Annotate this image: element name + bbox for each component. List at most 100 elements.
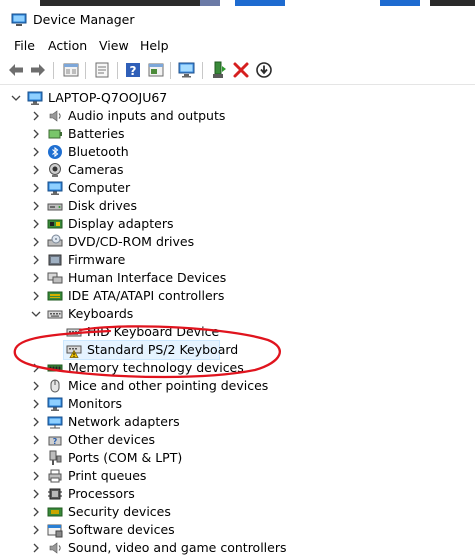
chevron-right-icon[interactable] <box>30 290 42 302</box>
toolbar-separator <box>170 62 171 79</box>
category-label: Firmware <box>68 252 126 267</box>
chevron-right-icon[interactable] <box>30 488 42 500</box>
chevron-right-icon[interactable] <box>30 218 42 230</box>
tree-category[interactable]: Audio inputs and outputs <box>0 107 475 125</box>
update-driver-icon[interactable] <box>209 60 229 80</box>
chevron-right-icon[interactable] <box>30 146 42 158</box>
tree-category[interactable]: Monitors <box>0 395 475 413</box>
category-label: Other devices <box>68 432 156 447</box>
chevron-right-icon[interactable] <box>30 542 42 554</box>
tree-category[interactable]: Security devices <box>0 503 475 521</box>
menu-action[interactable]: Action <box>46 38 89 53</box>
menu-file[interactable]: File <box>12 38 37 53</box>
tree-category[interactable]: Bluetooth <box>0 143 475 161</box>
chevron-right-icon[interactable] <box>30 164 42 176</box>
chevron-right-icon[interactable] <box>30 128 42 140</box>
chevron-right-icon[interactable] <box>30 272 42 284</box>
firmware-icon <box>48 254 62 266</box>
tree-root[interactable]: LAPTOP-Q7OOJU67 <box>0 89 475 107</box>
category-label: Network adapters <box>68 414 180 429</box>
chevron-right-icon[interactable] <box>30 524 42 536</box>
menu-help[interactable]: Help <box>138 38 171 53</box>
computer-icon <box>27 91 43 105</box>
category-label: Bluetooth <box>68 144 129 159</box>
disable-device-icon[interactable] <box>254 60 274 80</box>
monitor-icon <box>47 397 63 411</box>
tree-device[interactable]: HID Keyboard Device <box>0 323 475 341</box>
chevron-right-icon[interactable] <box>30 434 42 446</box>
chevron-down-icon[interactable] <box>10 92 22 104</box>
chevron-right-icon[interactable] <box>30 380 42 392</box>
chevron-right-icon[interactable] <box>30 452 42 464</box>
tree-category[interactable]: Human Interface Devices <box>0 269 475 287</box>
help-icon[interactable]: ? <box>123 60 143 80</box>
menu-bar: File Action View Help <box>0 36 475 56</box>
tree-category[interactable]: Ports (COM & LPT) <box>0 449 475 467</box>
tree-device[interactable]: Standard PS/2 Keyboard <box>63 340 238 360</box>
tree-category[interactable]: DVD/CD-ROM drives <box>0 233 475 251</box>
tree-category[interactable]: Memory technology devices <box>0 359 475 377</box>
dvd-drive-icon <box>47 234 63 247</box>
forward-icon[interactable] <box>28 60 48 80</box>
tree-category[interactable]: Computer <box>0 179 475 197</box>
tree-category[interactable]: Sound, video and game controllers <box>0 539 475 555</box>
category-label: Human Interface Devices <box>68 270 227 285</box>
menu-view[interactable]: View <box>97 38 131 53</box>
keyboard-icon <box>47 310 63 319</box>
scan-monitor-icon[interactable] <box>177 60 197 80</box>
tree-category[interactable]: Print queues <box>0 467 475 485</box>
tree-category[interactable]: Cameras <box>0 161 475 179</box>
network-adapter-icon <box>47 416 63 429</box>
tree-category[interactable]: Processors <box>0 485 475 503</box>
mouse-icon <box>50 379 60 393</box>
tree-category[interactable]: Batteries <box>0 125 475 143</box>
category-label: Security devices <box>68 504 171 519</box>
category-label: Computer <box>68 180 131 195</box>
category-label: Sound, video and game controllers <box>68 540 287 555</box>
back-icon[interactable] <box>6 60 26 80</box>
chevron-right-icon[interactable] <box>30 200 42 212</box>
chevron-right-icon[interactable] <box>30 182 42 194</box>
chevron-right-icon[interactable] <box>30 416 42 428</box>
security-device-icon <box>47 507 63 517</box>
tree-category[interactable]: Keyboards <box>0 305 475 323</box>
chevron-right-icon[interactable] <box>30 254 42 266</box>
chevron-right-icon[interactable] <box>30 470 42 482</box>
tree-category[interactable]: Network adapters <box>0 413 475 431</box>
computer-icon <box>47 181 63 195</box>
device-label: Standard PS/2 Keyboard <box>87 342 239 357</box>
chevron-right-icon[interactable] <box>30 236 42 248</box>
device-label: HID Keyboard Device <box>87 324 220 339</box>
chevron-right-icon[interactable] <box>30 110 42 122</box>
action-pane-icon[interactable] <box>146 60 166 80</box>
display-adapter-icon <box>47 219 63 229</box>
tree-category[interactable]: IDE ATA/ATAPI controllers <box>0 287 475 305</box>
device-tree[interactable]: LAPTOP-Q7OOJU67 Audio inputs and outputs… <box>0 86 475 555</box>
title-bar[interactable]: Device Manager <box>0 6 475 34</box>
tree-category[interactable]: Mice and other pointing devices <box>0 377 475 395</box>
chevron-right-icon[interactable] <box>30 506 42 518</box>
toolbar: ? <box>0 58 475 85</box>
camera-icon <box>49 163 61 177</box>
tree-category[interactable]: ? Other devices <box>0 431 475 449</box>
tree-category[interactable]: Firmware <box>0 251 475 269</box>
tree-category[interactable]: Disk drives <box>0 197 475 215</box>
bluetooth-icon <box>48 145 62 159</box>
toolbar-separator <box>202 62 203 79</box>
tree-category[interactable]: Display adapters <box>0 215 475 233</box>
tree-category[interactable]: Software devices <box>0 521 475 539</box>
properties-sheet-icon[interactable] <box>61 60 81 80</box>
category-label: DVD/CD-ROM drives <box>68 234 195 249</box>
toolbar-separator <box>117 62 118 79</box>
uninstall-icon[interactable] <box>231 60 251 80</box>
chevron-right-icon[interactable] <box>30 362 42 374</box>
category-label: Ports (COM & LPT) <box>68 450 183 465</box>
svg-text:?: ? <box>130 64 137 78</box>
category-label: Display adapters <box>68 216 174 231</box>
category-label: Disk drives <box>68 198 137 213</box>
disk-drive-icon <box>47 203 63 211</box>
chevron-down-icon[interactable] <box>30 308 42 320</box>
chevron-right-icon[interactable] <box>30 398 42 410</box>
show-hidden-icon[interactable] <box>92 60 112 80</box>
hid-icon <box>47 272 63 284</box>
